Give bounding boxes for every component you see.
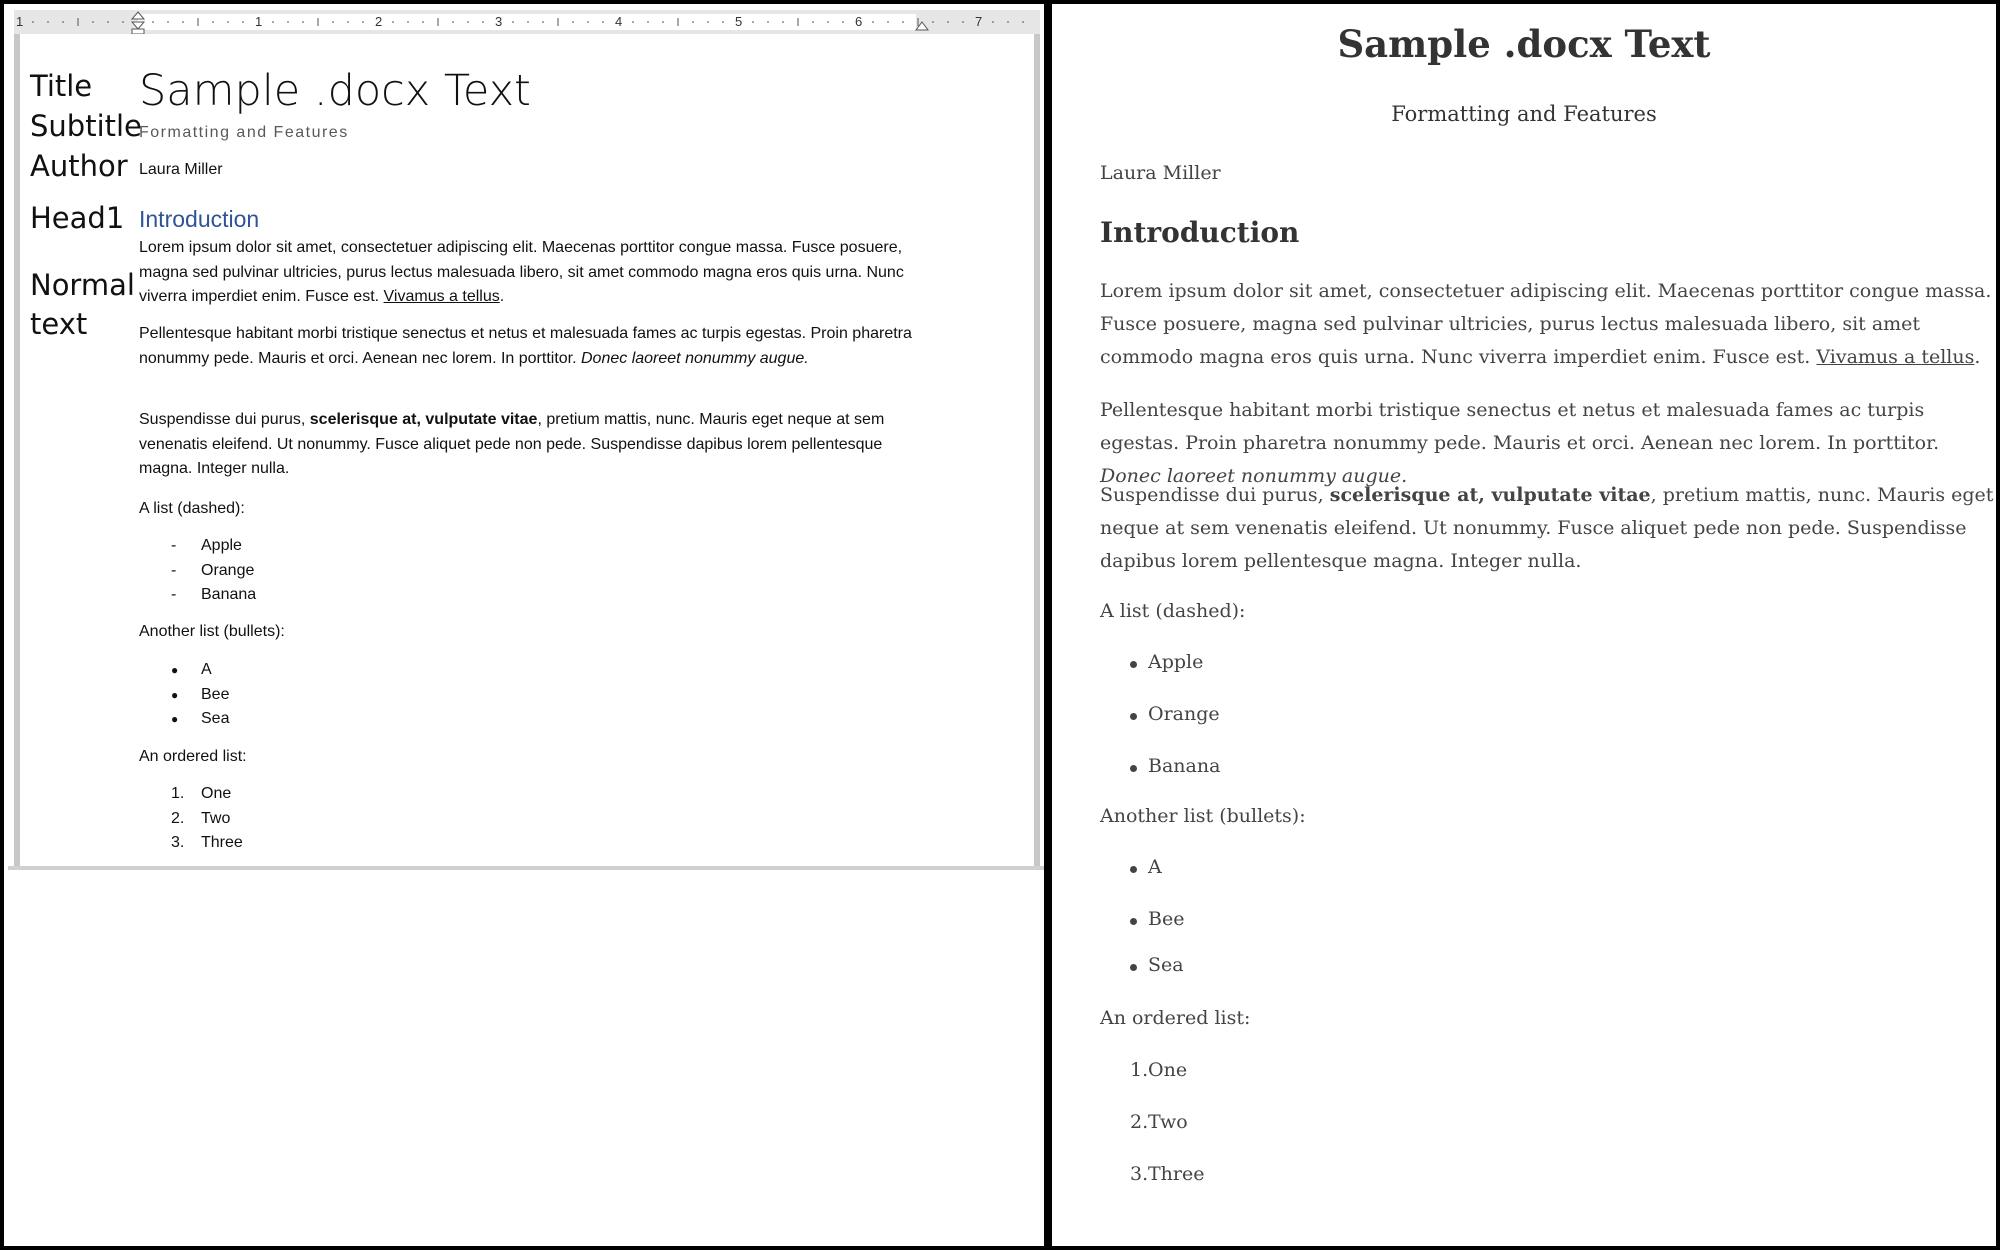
preview-paragraph-3: Suspendisse dui purus, scelerisque at, v… xyxy=(1100,479,1996,578)
ruler-number: 7 xyxy=(975,14,983,29)
dash-marker: - xyxy=(171,537,177,554)
number-marker: 3. xyxy=(171,834,185,851)
preview-list1-label: A list (dashed): xyxy=(1100,600,1246,622)
preview-list3-label: An ordered list: xyxy=(1100,1007,1251,1029)
bullet-icon xyxy=(1130,765,1137,772)
list-item-text: One xyxy=(201,785,232,802)
list-item-text: Sea xyxy=(201,710,230,727)
list-item-text: Three xyxy=(201,834,243,851)
paragraph-text: Lorem ipsum dolor sit amet, consectetuer… xyxy=(139,239,904,305)
list-item-text: Orange xyxy=(201,561,255,579)
number-marker: 1. xyxy=(1130,1059,1149,1081)
preview-list-item: One xyxy=(1148,1059,1188,1081)
list-item-text: A xyxy=(201,661,212,678)
preview-list-item: Orange xyxy=(1148,703,1220,725)
paragraph-text: . xyxy=(499,288,505,305)
preview-list-item: Three xyxy=(1148,1163,1205,1185)
style-label-head1: Head1 xyxy=(30,201,125,235)
doc-paragraph-1[interactable]: Lorem ipsum dolor sit amet, consectetuer… xyxy=(139,236,929,310)
doc-paragraph-2[interactable]: Pellentesque habitant morbi tristique se… xyxy=(139,322,929,371)
preview-list-item: A xyxy=(1148,856,1162,878)
paragraph-text: . xyxy=(1974,346,1981,368)
number-marker: 1. xyxy=(171,785,185,802)
number-marker: 3. xyxy=(1130,1163,1149,1185)
list2-label[interactable]: Another list (bullets): xyxy=(139,620,929,645)
style-label-normal: Normal xyxy=(30,268,135,302)
list-item-text: Apple xyxy=(201,537,242,554)
ruler-number: 5 xyxy=(735,14,743,29)
word-editor-pane: 1 1 2 3 4 5 6 7 Title Subtitle Author He… xyxy=(4,4,1044,1246)
ruler-number: 3 xyxy=(495,14,503,29)
doc-heading-introduction[interactable]: Introduction xyxy=(139,206,259,233)
preview-list2-label: Another list (bullets): xyxy=(1100,805,1306,827)
doc-author[interactable]: Laura Miller xyxy=(139,161,223,179)
hyperlink-vivamus[interactable]: Vivamus a tellus xyxy=(384,288,500,305)
list3-label[interactable]: An ordered list: xyxy=(139,745,929,770)
number-marker: 2. xyxy=(171,809,185,827)
style-label-text: text xyxy=(30,307,88,341)
preview-list-item: Banana xyxy=(1148,755,1221,777)
dash-marker: - xyxy=(171,561,177,579)
preview-list-item: Apple xyxy=(1148,651,1204,673)
number-marker: 2. xyxy=(1130,1111,1149,1133)
bullet-icon xyxy=(1130,866,1137,873)
preview-list-item: Two xyxy=(1148,1111,1188,1133)
preview-pane: Sample .docx Text Formatting and Feature… xyxy=(1052,4,1996,1246)
italic-text: Donec laoreet nonummy augue. xyxy=(581,349,809,367)
bold-text: scelerisque at, vulputate vitae xyxy=(309,411,538,428)
bullet-icon xyxy=(1130,713,1137,720)
ruler-number: 1 xyxy=(255,14,263,29)
preview-heading-introduction: Introduction xyxy=(1100,216,1300,249)
doc-title[interactable]: Sample .docx Text xyxy=(139,66,531,116)
paragraph-text: Pellentesque habitant morbi tristique se… xyxy=(1100,399,1940,454)
preview-title: Sample .docx Text xyxy=(1337,22,1711,66)
ruler-number: 2 xyxy=(375,14,383,29)
bullet-icon xyxy=(1130,918,1137,925)
hanging-indent-marker[interactable] xyxy=(130,21,146,30)
paragraph-text: Suspendisse dui purus, xyxy=(1100,484,1330,506)
style-label-subtitle: Subtitle xyxy=(30,109,142,143)
page-bottom-edge xyxy=(8,866,1044,870)
list1-label[interactable]: A list (dashed): xyxy=(139,497,929,522)
list-item-text: Two xyxy=(201,809,231,827)
bold-text: scelerisque at, vulputate vitae xyxy=(1329,484,1651,506)
bullet-marker: ● xyxy=(171,687,179,702)
list-item-text: Banana xyxy=(201,586,257,603)
ruler-number: 4 xyxy=(615,14,623,29)
doc-subtitle[interactable]: Formatting and Features xyxy=(139,124,349,142)
list-item-text: Bee xyxy=(201,685,230,703)
doc-paragraph-3[interactable]: Suspendisse dui purus, scelerisque at, v… xyxy=(139,408,929,482)
paragraph-text: Suspendisse dui purus, xyxy=(139,411,310,428)
preview-list-item: Bee xyxy=(1148,908,1185,930)
preview-paragraph-1: Lorem ipsum dolor sit amet, consectetuer… xyxy=(1100,275,1996,374)
preview-list-item: Sea xyxy=(1148,954,1184,976)
ruler-number: 6 xyxy=(855,14,863,29)
preview-subtitle: Formatting and Features xyxy=(1391,102,1657,126)
bullet-icon xyxy=(1130,964,1137,971)
dash-marker: - xyxy=(171,586,177,603)
bullet-icon xyxy=(1130,661,1137,668)
style-label-author: Author xyxy=(30,149,128,183)
bullet-marker: ● xyxy=(171,712,179,726)
preview-author: Laura Miller xyxy=(1100,162,1221,184)
ruler-ticks xyxy=(32,11,1024,34)
first-line-indent-marker[interactable] xyxy=(130,11,146,20)
horizontal-ruler[interactable]: 1 1 2 3 4 5 6 7 xyxy=(14,10,1040,34)
style-label-title: Title xyxy=(30,69,93,103)
ruler-number: 1 xyxy=(16,14,24,29)
bullet-marker: ● xyxy=(171,663,179,677)
preview-hyperlink-vivamus[interactable]: Vivamus a tellus xyxy=(1816,346,1974,368)
